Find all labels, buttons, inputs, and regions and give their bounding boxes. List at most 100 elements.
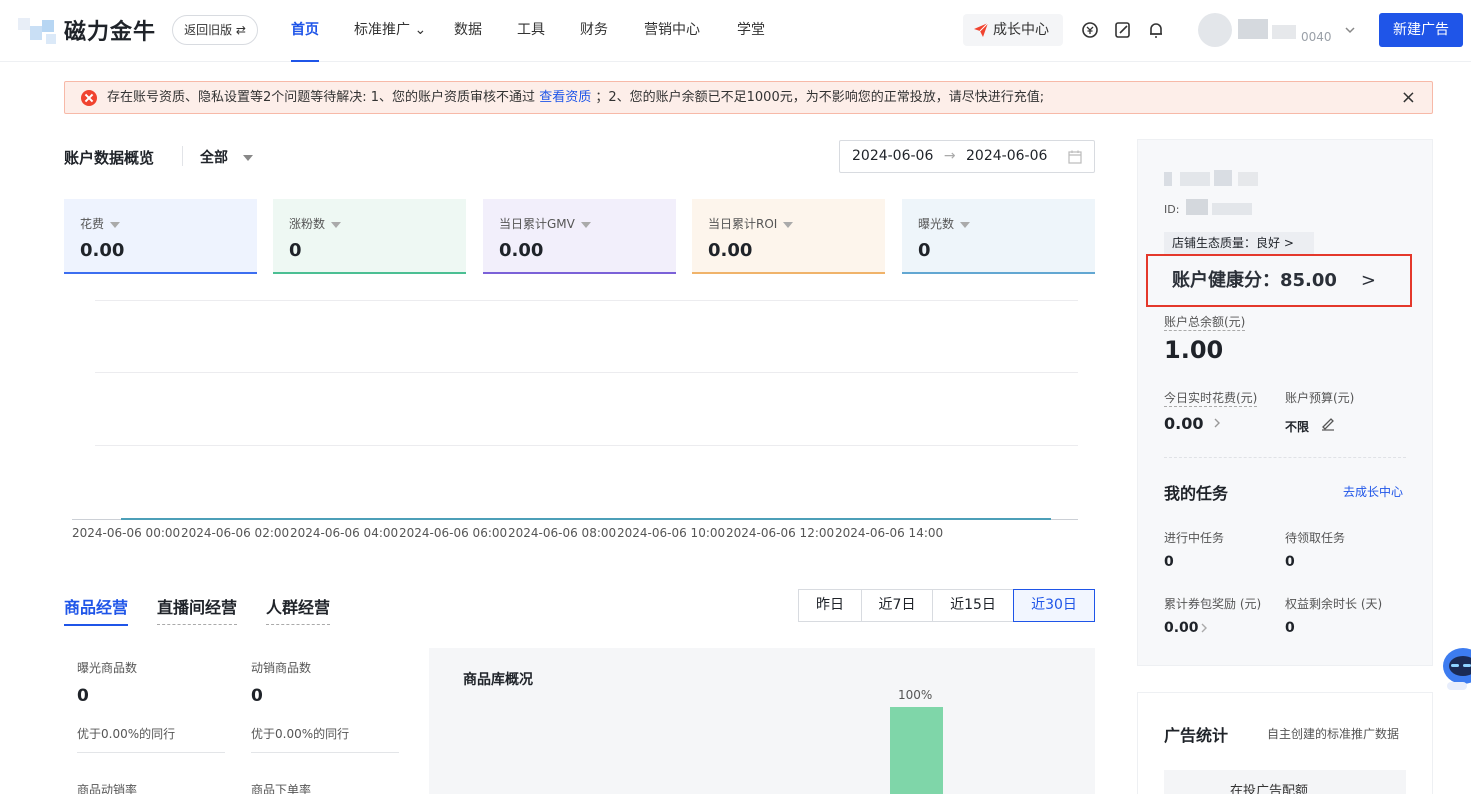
logo-text[interactable]: 磁力金牛	[64, 14, 156, 46]
divider	[1164, 457, 1406, 458]
bell-icon[interactable]	[1145, 19, 1167, 41]
nav-marketing-center[interactable]: 营销中心	[644, 0, 700, 62]
go-growth-center-link[interactable]: 去成长中心	[1343, 483, 1403, 500]
task-value: 0	[1285, 620, 1295, 636]
account-id-label: ID:	[1164, 203, 1180, 216]
kpi-card-spend[interactable]: 花费 0.00	[64, 199, 257, 274]
kpi-card-new-fans[interactable]: 涨粉数 0	[273, 199, 466, 274]
gridline	[95, 300, 1078, 301]
date-separator: →	[943, 148, 956, 164]
metric-compare: 优于0.00%的同行	[251, 725, 399, 753]
account-health-score[interactable]: 账户健康分：85.00 >	[1146, 254, 1412, 307]
task-value: 0	[1285, 554, 1295, 570]
product-library-bar	[890, 707, 943, 794]
x-tick-label: 2024-06-06 04:00	[290, 526, 399, 540]
task-value: 0	[1164, 554, 1174, 570]
account-name-redacted	[1238, 172, 1258, 186]
user-account-menu[interactable]: 0040	[1198, 11, 1355, 49]
x-tick-label: 2024-06-06 14:00	[835, 526, 944, 540]
growth-center-button[interactable]: 成长中心	[963, 14, 1063, 46]
growth-center-label: 成长中心	[993, 22, 1049, 38]
x-tick-label: 2024-06-06 00:00	[72, 526, 181, 540]
overview-title: 账户数据概览	[64, 149, 155, 167]
nav-academy[interactable]: 学堂	[737, 0, 765, 62]
coin-icon[interactable]	[1079, 19, 1101, 41]
x-tick-label: 2024-06-06 08:00	[508, 526, 617, 540]
gridline	[95, 445, 1078, 446]
return-old-version-button[interactable]: 返回旧版 ⇄	[172, 15, 258, 45]
metric-label: 商品下单率	[251, 783, 312, 794]
chevron-right-icon: >	[1360, 270, 1376, 291]
divider	[182, 146, 183, 166]
account-id-partial: 0040	[1301, 30, 1332, 44]
product-library-title: 商品库概况	[463, 672, 533, 688]
task-label: 待领取任务	[1285, 531, 1346, 545]
account-name-redacted	[1214, 170, 1232, 186]
tab-live-room-ops[interactable]: 直播间经营	[157, 594, 238, 625]
series-line	[121, 518, 1051, 520]
caret-down-icon	[242, 155, 253, 161]
close-icon[interactable]: ×	[1401, 82, 1416, 113]
date-range-picker[interactable]: 2024-06-06 → 2024-06-06	[839, 140, 1095, 173]
scope-value: 全部	[200, 150, 228, 166]
edit-note-icon[interactable]	[1112, 19, 1134, 41]
kpi-card-impressions[interactable]: 曝光数 0	[902, 199, 1095, 274]
store-quality-badge[interactable]: 店铺生态质量：良好 >	[1164, 232, 1314, 254]
metric-label: 商品动销率	[77, 783, 138, 794]
error-icon	[81, 90, 97, 106]
nav-data[interactable]: 数据	[454, 0, 482, 62]
range-30d[interactable]: 近30日	[1013, 589, 1095, 622]
range-7d[interactable]: 近7日	[861, 589, 933, 622]
nav-home[interactable]: 首页	[291, 0, 319, 62]
kpi-value: 0.00	[80, 240, 125, 261]
new-ad-button[interactable]: 新建广告	[1379, 13, 1463, 47]
nav-finance[interactable]: 财务	[580, 0, 608, 62]
today-spend-value: 0.00	[1164, 414, 1204, 433]
metric-value: 0	[251, 686, 263, 706]
view-qualification-link[interactable]: 查看资质	[539, 90, 591, 105]
x-tick-label: 2024-06-06 06:00	[399, 526, 508, 540]
ad-quota-label: 在投广告配额	[1230, 784, 1309, 794]
x-tick-label: 2024-06-06 10:00	[617, 526, 726, 540]
date-end: 2024-06-06	[966, 148, 1048, 164]
health-value: 85.00	[1280, 270, 1337, 291]
kpi-label: 花费	[80, 215, 241, 232]
ad-stats-title: 广告统计	[1164, 726, 1229, 745]
task-value: 0.00	[1164, 620, 1199, 636]
metric-value: 0	[77, 686, 89, 706]
assistant-robot-icon[interactable]	[1441, 638, 1471, 694]
kpi-label: 当日累计GMV	[499, 215, 660, 232]
calendar-icon	[1068, 150, 1082, 164]
chevron-right-icon[interactable]	[1199, 622, 1209, 634]
pencil-icon[interactable]	[1320, 415, 1336, 431]
caret-down-icon	[331, 221, 342, 228]
tab-audience-ops[interactable]: 人群经营	[266, 594, 331, 625]
ad-quota-card: 在投广告配额	[1164, 770, 1406, 794]
metric-label: 动销商品数	[251, 661, 312, 675]
account-name-redacted	[1180, 172, 1210, 186]
tab-product-ops[interactable]: 商品经营	[64, 594, 129, 626]
kpi-value: 0.00	[708, 240, 753, 261]
range-15d[interactable]: 近15日	[932, 589, 1014, 622]
kpi-value: 0	[289, 240, 302, 261]
kpi-label: 涨粉数	[289, 215, 450, 232]
kpi-card-gmv[interactable]: 当日累计GMV 0.00	[483, 199, 676, 274]
paper-plane-icon	[974, 22, 989, 37]
account-id-redacted	[1186, 199, 1208, 215]
date-start: 2024-06-06	[852, 148, 934, 164]
ad-stats-subtitle: 自主创建的标准推广数据	[1267, 727, 1400, 741]
kpi-label: 当日累计ROI	[708, 215, 869, 232]
kpi-card-roi[interactable]: 当日累计ROI 0.00	[692, 199, 885, 274]
scope-select[interactable]: 全部	[200, 147, 253, 167]
range-yesterday[interactable]: 昨日	[798, 589, 862, 622]
nav-tools[interactable]: 工具	[517, 0, 545, 62]
alert-text-part1: 存在账号资质、隐私设置等2个问题等待解决: 1、您的账户资质审核不通过	[107, 90, 536, 105]
metric-compare: 优于0.00%的同行	[77, 725, 225, 753]
metric-label: 曝光商品数	[77, 661, 138, 675]
chevron-right-icon[interactable]	[1212, 417, 1222, 429]
gridline	[95, 372, 1078, 373]
health-label: 账户健康分：	[1172, 270, 1280, 291]
kpi-label: 曝光数	[918, 215, 1079, 232]
nav-standard-promotion[interactable]: 标准推广 ⌄	[354, 0, 426, 62]
top-bar: 磁力金牛 返回旧版 ⇄ 首页 标准推广 ⌄ 数据 工具 财务 营销中心 学堂 成…	[0, 0, 1471, 62]
